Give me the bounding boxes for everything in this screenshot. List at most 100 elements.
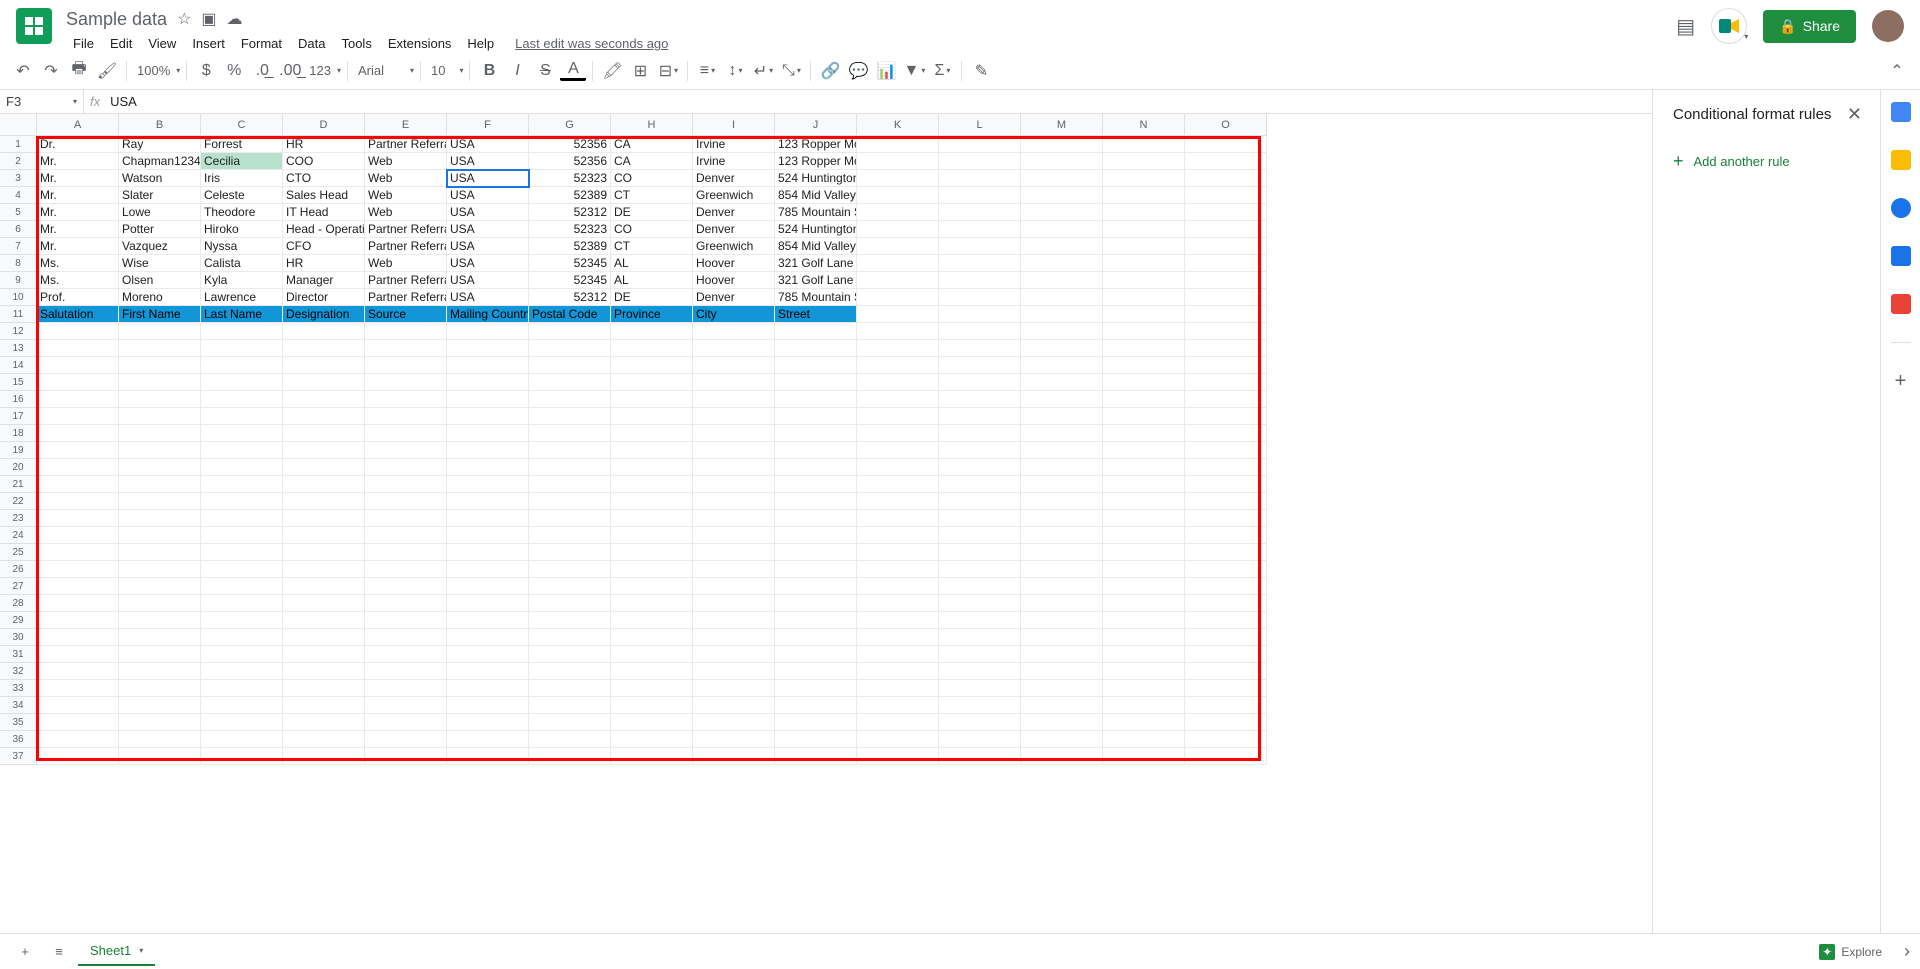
cell[interactable] [1021,476,1103,493]
cell[interactable] [939,527,1021,544]
cell[interactable] [447,680,529,697]
cell[interactable] [857,306,939,323]
cell[interactable] [1103,340,1185,357]
functions-icon[interactable]: Σ▾ [929,58,955,84]
cell[interactable] [775,442,857,459]
cell[interactable] [1103,561,1185,578]
cell[interactable] [1021,663,1103,680]
cell[interactable]: 52389 [529,238,611,255]
cell[interactable] [857,357,939,374]
cell[interactable] [529,663,611,680]
cell[interactable]: 785 Mountain Street [775,289,857,306]
cell[interactable] [283,612,365,629]
edit-icon[interactable]: ✎ [968,58,994,84]
column-header[interactable]: K [857,114,939,136]
cell[interactable]: Greenwich [693,238,775,255]
cell[interactable]: 52356 [529,136,611,153]
cell[interactable] [365,714,447,731]
cell[interactable] [119,527,201,544]
cell[interactable] [1185,561,1267,578]
cell[interactable] [857,136,939,153]
cell[interactable] [529,680,611,697]
column-header[interactable]: A [37,114,119,136]
chart-icon[interactable]: 📊 [873,58,899,84]
cell[interactable] [1021,357,1103,374]
cell[interactable]: 52312 [529,204,611,221]
cell[interactable]: Head - Operations [283,221,365,238]
cell[interactable]: Sales Head [283,187,365,204]
cell[interactable] [119,323,201,340]
cell[interactable] [775,646,857,663]
cell[interactable] [611,714,693,731]
cell[interactable] [201,731,283,748]
cell[interactable] [939,204,1021,221]
column-header[interactable]: I [693,114,775,136]
cell[interactable] [611,510,693,527]
cell[interactable]: Wise [119,255,201,272]
cell[interactable] [1103,374,1185,391]
cell[interactable] [283,425,365,442]
cell[interactable] [37,323,119,340]
cell[interactable] [1103,663,1185,680]
cell[interactable] [693,544,775,561]
cell[interactable] [201,340,283,357]
cell[interactable] [775,357,857,374]
row-header[interactable]: 26 [0,561,37,578]
cell[interactable]: Calista [201,255,283,272]
cell[interactable]: Potter [119,221,201,238]
cell[interactable] [529,459,611,476]
cell[interactable] [365,374,447,391]
cell[interactable] [1103,289,1185,306]
cell[interactable] [775,459,857,476]
cell[interactable]: USA [447,255,529,272]
cell[interactable] [693,442,775,459]
cell[interactable]: Director [283,289,365,306]
cell[interactable] [201,748,283,765]
cell[interactable] [201,544,283,561]
cell[interactable] [283,595,365,612]
cell[interactable] [939,612,1021,629]
cell[interactable] [1103,391,1185,408]
row-header[interactable]: 7 [0,238,37,255]
cell[interactable] [939,595,1021,612]
cell[interactable]: CFO [283,238,365,255]
cell[interactable] [365,748,447,765]
cell[interactable] [1185,357,1267,374]
cell[interactable] [1185,136,1267,153]
cell[interactable] [283,510,365,527]
cell[interactable] [611,663,693,680]
cell[interactable] [1021,425,1103,442]
cell[interactable] [283,629,365,646]
cell[interactable] [939,357,1021,374]
cell[interactable] [365,680,447,697]
cell[interactable] [1103,323,1185,340]
comments-icon[interactable]: ▤ [1676,14,1695,39]
cell[interactable]: Denver [693,289,775,306]
name-box[interactable]: F3▾ [0,90,84,113]
paint-format-icon[interactable]: 🖌 [94,58,120,84]
cell[interactable] [447,612,529,629]
cell[interactable] [1103,629,1185,646]
sheet-grid[interactable]: ABCDEFGHIJKLMNO 1Dr.RayForrestHRPartner … [0,114,1652,933]
cell[interactable] [365,357,447,374]
cell[interactable]: Web [365,255,447,272]
cell[interactable] [939,153,1021,170]
formula-bar[interactable]: fx USA [84,90,1652,113]
cell[interactable] [1021,629,1103,646]
cell[interactable] [693,714,775,731]
cell[interactable] [611,374,693,391]
cell[interactable] [693,340,775,357]
cell[interactable]: USA [447,187,529,204]
select-all-corner[interactable] [0,114,37,136]
cell[interactable]: CO [611,221,693,238]
cell[interactable] [857,646,939,663]
cell[interactable] [857,595,939,612]
cell[interactable] [857,527,939,544]
decrease-decimal-icon[interactable]: .0̲ [249,58,275,84]
italic-icon[interactable]: I [504,58,530,84]
cell[interactable] [1185,238,1267,255]
cell[interactable]: HR [283,255,365,272]
cell[interactable]: Mr. [37,187,119,204]
cell[interactable]: USA [447,136,529,153]
cell[interactable]: 785 Mountain Street [775,204,857,221]
